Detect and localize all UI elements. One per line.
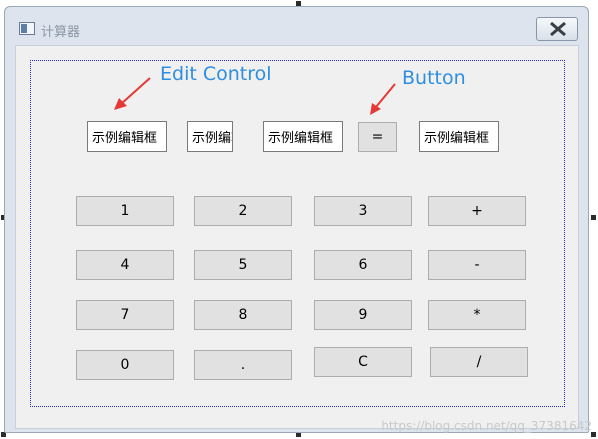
key-plus-button[interactable]: + <box>428 196 526 226</box>
button-annotation: Button <box>402 67 466 89</box>
key-0-button[interactable]: 0 <box>76 350 174 380</box>
key-7-button[interactable]: 7 <box>76 300 174 330</box>
equals-button[interactable]: = <box>358 122 397 152</box>
edit-control-annotation: Edit Control <box>160 63 272 85</box>
key-8-button[interactable]: 8 <box>194 300 292 330</box>
key-9-button[interactable]: 9 <box>314 300 412 330</box>
key-clear-button[interactable]: C <box>314 347 412 377</box>
window-title: 计算器 <box>41 25 81 40</box>
client-area: 示例编辑框 示例编辑框 示例编辑框 = 示例编辑框 1 2 3 + 4 5 6 … <box>15 45 579 429</box>
resize-handle-right[interactable] <box>591 215 596 220</box>
key-3-button[interactable]: 3 <box>314 196 412 226</box>
key-5-button[interactable]: 5 <box>194 250 292 280</box>
key-multiply-button[interactable]: * <box>428 300 526 330</box>
key-6-button[interactable]: 6 <box>314 250 412 280</box>
close-button[interactable] <box>536 17 578 41</box>
key-decimal-button[interactable]: . <box>194 350 292 380</box>
operand2-edit[interactable]: 示例编辑框 <box>263 121 343 152</box>
calculator-window: 计算器 示例编辑框 示例编辑框 示例编辑框 = 示例编辑框 1 2 3 + 4 … <box>4 6 589 433</box>
key-2-button[interactable]: 2 <box>194 196 292 226</box>
watermark: https://blog.csdn.net/qq_37381642 <box>381 419 592 433</box>
operator-edit[interactable]: 示例编辑框 <box>187 121 233 152</box>
key-divide-button[interactable]: / <box>430 347 528 377</box>
close-icon <box>550 22 566 36</box>
operand1-edit[interactable]: 示例编辑框 <box>87 121 167 152</box>
app-icon <box>19 22 35 35</box>
key-4-button[interactable]: 4 <box>76 250 174 280</box>
title-bar[interactable]: 计算器 <box>5 7 588 45</box>
result-edit[interactable]: 示例编辑框 <box>419 121 499 152</box>
key-1-button[interactable]: 1 <box>76 196 174 226</box>
key-minus-button[interactable]: - <box>428 250 526 280</box>
